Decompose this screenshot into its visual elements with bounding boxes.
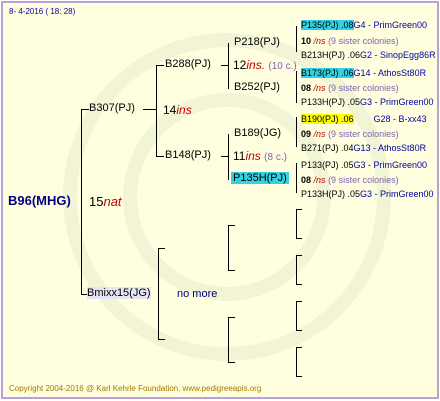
- gen4-c1[interactable]: B190(PJ) .06 G28 - B-xx43: [301, 114, 427, 124]
- connector: [296, 255, 302, 256]
- connector: [156, 156, 164, 157]
- gen1-top-generation: 14ins: [163, 103, 192, 117]
- connector: [296, 238, 302, 239]
- connector: [228, 362, 235, 363]
- gen3-b-bracket: [296, 71, 297, 103]
- gen3-d-sisters: 08 /ns (9 sister colonies): [301, 175, 399, 185]
- root-bracket: [81, 109, 82, 295]
- empty-bracket: [296, 301, 297, 331]
- no-more-label: no more: [177, 288, 218, 300]
- gen3-d-bracket: [296, 163, 297, 193]
- connector: [296, 376, 302, 377]
- connector: [296, 330, 302, 331]
- connector: [221, 156, 228, 157]
- connector: [228, 270, 235, 271]
- gen3-a-sisters: 10 /ns (9 sister colonies): [301, 36, 399, 46]
- gen4-a1[interactable]: P135(PJ) .08G4 - PrimGreen00: [301, 20, 427, 30]
- connector: [296, 209, 302, 210]
- connector: [296, 301, 302, 302]
- empty-bracket: [296, 347, 297, 377]
- gen2-b-generation: 11ins (8 c.): [233, 149, 287, 163]
- gen4-b1[interactable]: B173(PJ) .06G14 - AthosSt80R: [301, 68, 426, 78]
- gen1-bottom-queen[interactable]: Bmixx15(JG): [87, 287, 151, 299]
- connector: [158, 248, 165, 249]
- gen3-c-bracket: [296, 117, 297, 147]
- gen2-b-bracket: [228, 134, 229, 180]
- root-generation: 15nat: [89, 194, 122, 209]
- date-stamp: 8- 4-2016 ( 18: 28): [9, 7, 76, 16]
- connector: [156, 65, 164, 66]
- gen2-b-queen[interactable]: B148(PJ): [165, 149, 211, 161]
- pedigree-chart: 8- 4-2016 ( 18: 28) B96(MHG) 15nat B307(…: [1, 1, 439, 399]
- gen3-b-sisters: 08 /ns (9 sister colonies): [301, 83, 399, 93]
- connector: [221, 65, 228, 66]
- gen4-d1[interactable]: P133(PJ) .05G3 - PrimGreen00: [301, 160, 427, 170]
- copyright-footer: Copyright 2004-2016 @ Karl Kehrle Founda…: [9, 384, 262, 393]
- gen4-a2[interactable]: B213H(PJ) .06G2 - SinopEgg86R: [301, 50, 436, 60]
- connector: [296, 284, 302, 285]
- gen3-c-sisters: 09 /ns (9 sister colonies): [301, 129, 399, 139]
- gen4-c2[interactable]: B271(PJ) .04G13 - AthosSt80R: [301, 143, 426, 153]
- gen3-a-bracket: [296, 26, 297, 52]
- gen2-a-bracket: [228, 43, 229, 89]
- connector: [158, 339, 165, 340]
- empty-bracket: [296, 209, 297, 239]
- gen2-a-generation: 12ins. (10 c.): [233, 58, 297, 72]
- gen1-bottom-bracket: [158, 248, 159, 340]
- gen3-a-queen[interactable]: P218(PJ): [234, 36, 280, 48]
- gen4-b2[interactable]: P133H(PJ) .05G3 - PrimGreen00: [301, 97, 434, 107]
- gen3-c-queen[interactable]: B189(JG): [234, 127, 281, 139]
- connector: [296, 347, 302, 348]
- gen2-a-queen[interactable]: B288(PJ): [165, 58, 211, 70]
- gen1-top-queen[interactable]: B307(PJ): [89, 102, 135, 114]
- gen1-top-bracket: [156, 65, 157, 157]
- gen3-d-queen[interactable]: P135H(PJ): [231, 172, 289, 184]
- connector: [143, 109, 156, 110]
- connector: [81, 109, 89, 110]
- root-queen[interactable]: B96(MHG): [8, 193, 71, 208]
- connector: [228, 225, 235, 226]
- empty-bracket: [228, 225, 229, 271]
- connector: [228, 317, 235, 318]
- gen4-d2[interactable]: P133H(PJ) .05G3 - PrimGreen00: [301, 189, 434, 199]
- empty-bracket: [296, 255, 297, 285]
- gen3-b-queen[interactable]: B252(PJ): [234, 81, 280, 93]
- empty-bracket: [228, 317, 229, 363]
- watermark-inner: [123, 93, 331, 301]
